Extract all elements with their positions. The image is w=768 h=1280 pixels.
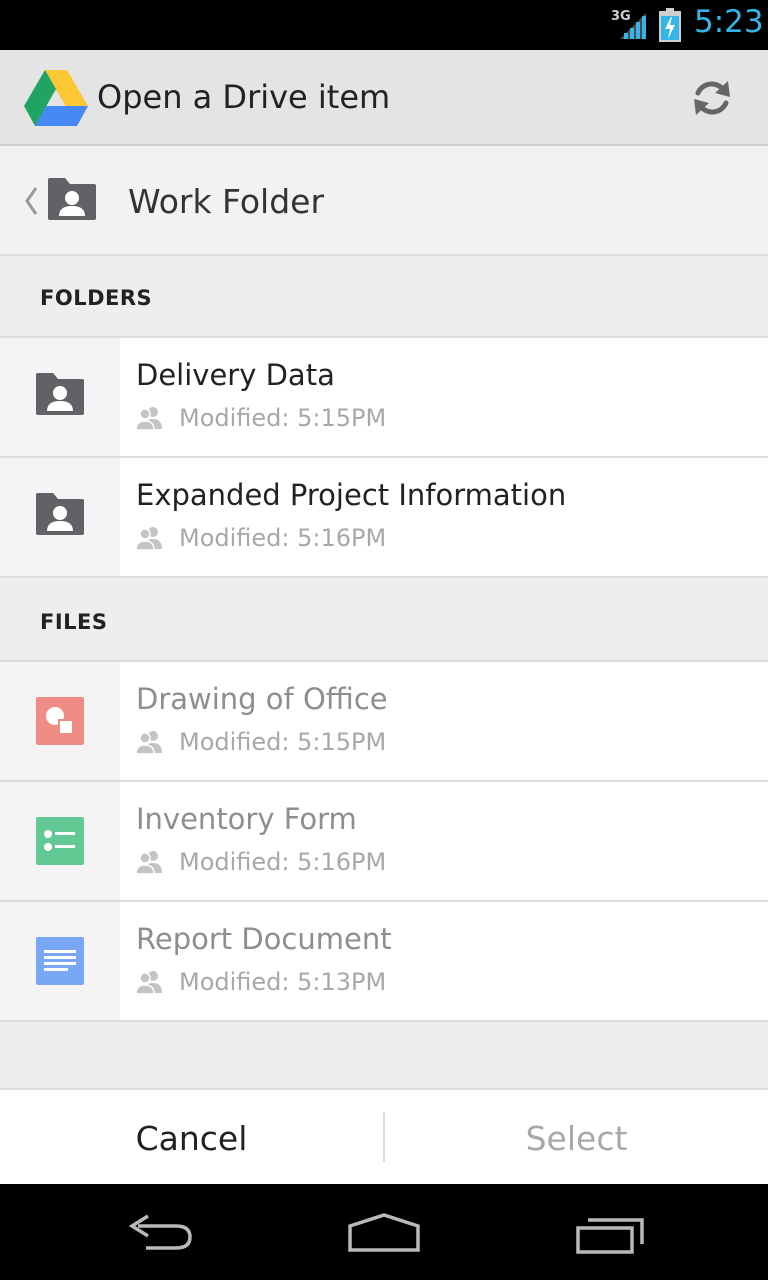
- list-item[interactable]: Inventory Form Modified: 5:16PM: [0, 782, 768, 902]
- shared-people-icon: [136, 527, 162, 550]
- chevron-left-icon[interactable]: [24, 186, 38, 216]
- document-file-icon: [36, 937, 84, 985]
- current-folder-name: Work Folder: [128, 182, 325, 221]
- list-item[interactable]: Report Document Modified: 5:13PM: [0, 902, 768, 1022]
- form-file-icon: [36, 817, 84, 865]
- section-label: FOLDERS: [40, 286, 153, 310]
- shared-people-icon: [136, 971, 162, 994]
- status-bar: 3G 5:23: [0, 0, 768, 50]
- signal-icon: [620, 13, 646, 39]
- action-bar: Open a Drive item: [0, 50, 768, 146]
- page-title: Open a Drive item: [97, 78, 391, 116]
- item-icon-cell: [0, 782, 120, 900]
- select-button[interactable]: Select: [385, 1090, 768, 1186]
- item-title: Report Document: [136, 922, 392, 956]
- item-title: Expanded Project Information: [136, 478, 567, 512]
- section-header-folders: FOLDERS: [0, 256, 768, 338]
- home-icon[interactable]: [346, 1212, 422, 1254]
- item-title: Drawing of Office: [136, 682, 388, 716]
- item-icon-cell: [0, 338, 120, 456]
- list-item[interactable]: Expanded Project Information Modified: 5…: [0, 458, 768, 578]
- list-item[interactable]: Delivery Data Modified: 5:15PM: [0, 338, 768, 458]
- back-arrow-icon[interactable]: [124, 1214, 196, 1254]
- dialog-button-bar: Cancel Select: [0, 1088, 768, 1186]
- item-icon-cell: [0, 458, 120, 576]
- item-modified: Modified: 5:13PM: [179, 968, 387, 996]
- item-title: Delivery Data: [136, 358, 335, 392]
- google-drive-logo: [24, 70, 88, 126]
- cancel-button[interactable]: Cancel: [0, 1090, 383, 1186]
- battery-charging-icon: [659, 8, 681, 42]
- item-icon-cell: [0, 902, 120, 1020]
- shared-folder-icon: [48, 178, 96, 220]
- status-clock: 5:23: [694, 4, 764, 40]
- drawing-file-icon: [36, 697, 84, 745]
- refresh-icon[interactable]: [688, 74, 736, 122]
- list-item[interactable]: Drawing of Office Modified: 5:15PM: [0, 662, 768, 782]
- item-modified: Modified: 5:15PM: [179, 728, 387, 756]
- item-modified: Modified: 5:16PM: [179, 848, 387, 876]
- item-modified: Modified: 5:15PM: [179, 404, 387, 432]
- shared-people-icon: [136, 731, 162, 754]
- shared-folder-icon: [36, 373, 84, 415]
- shared-people-icon: [136, 407, 162, 430]
- section-label: FILES: [40, 610, 108, 634]
- item-modified: Modified: 5:16PM: [179, 524, 387, 552]
- shared-folder-icon: [36, 493, 84, 535]
- item-title: Inventory Form: [136, 802, 357, 836]
- item-icon-cell: [0, 662, 120, 780]
- shared-people-icon: [136, 851, 162, 874]
- breadcrumb[interactable]: Work Folder: [0, 146, 768, 256]
- recent-apps-icon[interactable]: [574, 1216, 646, 1254]
- system-navigation-bar: [0, 1184, 768, 1280]
- section-header-files: FILES: [0, 578, 768, 662]
